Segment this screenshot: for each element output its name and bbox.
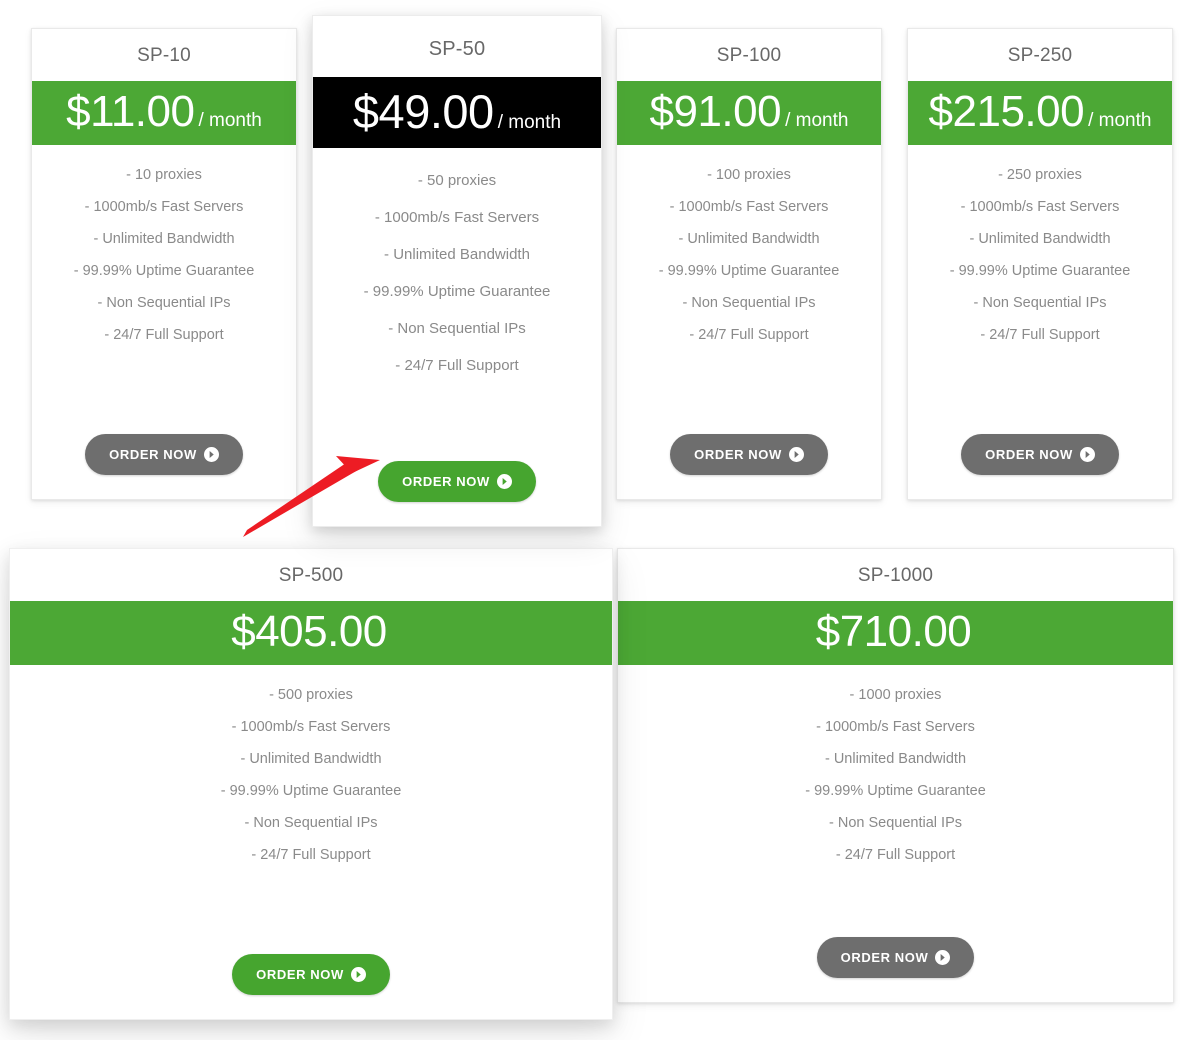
pricing-card-sp-250[interactable]: SP-250 $215.00 / month - 250 proxies - 1… xyxy=(907,28,1173,500)
list-item: - 99.99% Uptime Guarantee xyxy=(805,783,986,800)
arrow-circle-right-icon xyxy=(496,474,512,489)
list-item: - 1000mb/s Fast Servers xyxy=(231,719,391,736)
plan-title: SP-1000 xyxy=(857,565,934,586)
feature-list: - 500 proxies - 1000mb/s Fast Servers - … xyxy=(10,665,612,944)
price-banner: $215.00 / month xyxy=(908,81,1172,146)
arrow-circle-right-icon xyxy=(203,447,219,462)
arrow-circle-right-icon xyxy=(350,967,366,982)
order-now-label: ORDER NOW xyxy=(840,950,929,965)
price-period: / month xyxy=(1088,110,1152,131)
list-item: - 1000mb/s Fast Servers xyxy=(816,719,975,736)
plan-title: SP-500 xyxy=(278,565,344,586)
feature-list: - 50 proxies - 1000mb/s Fast Servers - U… xyxy=(313,148,601,451)
arrow-circle-right-icon xyxy=(935,950,951,965)
list-item: - 24/7 Full Support xyxy=(251,847,371,864)
pricing-card-sp-100[interactable]: SP-100 $91.00 / month - 100 proxies - 10… xyxy=(616,28,882,500)
cta-container: ORDER NOW xyxy=(908,424,1172,499)
list-item: - Non Sequential IPs xyxy=(388,320,526,338)
feature-list: - 250 proxies - 1000mb/s Fast Servers - … xyxy=(908,145,1172,424)
price-period: / month xyxy=(198,110,262,131)
list-item: - 1000 proxies xyxy=(849,687,942,704)
list-item: - 1000mb/s Fast Servers xyxy=(960,199,1120,216)
arrow-circle-right-icon xyxy=(1079,447,1095,462)
list-item: - 99.99% Uptime Guarantee xyxy=(658,263,840,280)
feature-list: - 10 proxies - 1000mb/s Fast Servers - U… xyxy=(32,145,296,424)
cta-container: ORDER NOW xyxy=(313,451,601,526)
list-item: - Non Sequential IPs xyxy=(682,295,816,312)
list-item: - 99.99% Uptime Guarantee xyxy=(73,263,255,280)
list-item: - 99.99% Uptime Guarantee xyxy=(949,263,1131,280)
price-period: / month xyxy=(497,112,562,133)
pricing-card-sp-50[interactable]: SP-50 $49.00 / month - 50 proxies - 1000… xyxy=(312,15,602,527)
plan-title: SP-50 xyxy=(428,38,486,60)
list-item: - 500 proxies xyxy=(269,687,353,704)
price-period: / month xyxy=(785,110,849,131)
list-item: - 24/7 Full Support xyxy=(980,327,1100,344)
list-item: - Non Sequential IPs xyxy=(244,815,378,832)
list-item: - Unlimited Bandwidth xyxy=(969,231,1111,248)
order-now-button-sp-10[interactable]: ORDER NOW xyxy=(85,434,243,475)
list-item: - 1000mb/s Fast Servers xyxy=(84,199,244,216)
list-item: - 10 proxies xyxy=(126,167,202,184)
list-item: - 100 proxies xyxy=(707,167,791,184)
list-item: - Unlimited Bandwidth xyxy=(678,231,820,248)
order-now-button-sp-100[interactable]: ORDER NOW xyxy=(670,434,828,475)
price-amount: $11.00 xyxy=(66,87,195,136)
list-item: - 24/7 Full Support xyxy=(689,327,809,344)
list-item: - Unlimited Bandwidth xyxy=(384,246,530,264)
plan-title: SP-10 xyxy=(137,45,191,66)
feature-list: - 1000 proxies - 1000mb/s Fast Servers -… xyxy=(618,665,1173,927)
list-item: - Unlimited Bandwidth xyxy=(93,231,235,248)
list-item: - Unlimited Bandwidth xyxy=(824,751,967,768)
order-now-button-sp-1000[interactable]: ORDER NOW xyxy=(816,937,975,978)
price-banner: $49.00 / month xyxy=(313,77,601,149)
arrow-circle-right-icon xyxy=(788,447,804,462)
order-now-label: ORDER NOW xyxy=(694,447,782,462)
pricing-card-sp-1000[interactable]: SP-1000 $710.00 - 1000 proxies - 1000mb/… xyxy=(617,548,1174,1003)
list-item: - 24/7 Full Support xyxy=(395,357,519,375)
list-item: - 99.99% Uptime Guarantee xyxy=(363,283,551,301)
list-item: - 1000mb/s Fast Servers xyxy=(669,199,829,216)
price-banner: $405.00 xyxy=(10,601,612,666)
list-item: - 1000mb/s Fast Servers xyxy=(374,209,540,227)
cta-container: ORDER NOW xyxy=(617,424,881,499)
price-amount: $215.00 xyxy=(928,87,1085,136)
list-item: - 50 proxies xyxy=(417,172,497,190)
list-item: - 24/7 Full Support xyxy=(104,327,224,344)
price-banner: $91.00 / month xyxy=(617,81,881,146)
plan-title: SP-250 xyxy=(1007,45,1073,66)
price-banner: $11.00 / month xyxy=(32,81,296,146)
list-item: - 24/7 Full Support xyxy=(835,847,956,864)
price-amount: $49.00 xyxy=(352,85,494,138)
order-now-label: ORDER NOW xyxy=(109,447,197,462)
order-now-button-sp-250[interactable]: ORDER NOW xyxy=(961,434,1119,475)
feature-list: - 100 proxies - 1000mb/s Fast Servers - … xyxy=(617,145,881,424)
cta-container: ORDER NOW xyxy=(618,927,1173,1002)
list-item: - 250 proxies xyxy=(998,167,1082,184)
price-amount: $710.00 xyxy=(815,607,972,656)
pricing-page: SP-10 $11.00 / month - 10 proxies - 1000… xyxy=(0,0,1200,1040)
list-item: - Non Sequential IPs xyxy=(973,295,1107,312)
list-item: - Unlimited Bandwidth xyxy=(240,751,382,768)
order-now-button-sp-50[interactable]: ORDER NOW xyxy=(378,461,536,502)
list-item: - Non Sequential IPs xyxy=(97,295,231,312)
pricing-card-sp-500[interactable]: SP-500 $405.00 - 500 proxies - 1000mb/s … xyxy=(9,548,613,1020)
plan-title: SP-100 xyxy=(716,45,782,66)
price-amount: $405.00 xyxy=(231,607,387,656)
pricing-card-sp-10[interactable]: SP-10 $11.00 / month - 10 proxies - 1000… xyxy=(31,28,297,500)
price-amount: $91.00 xyxy=(649,87,782,136)
order-now-label: ORDER NOW xyxy=(256,967,344,982)
order-now-button-sp-500[interactable]: ORDER NOW xyxy=(232,954,390,995)
order-now-label: ORDER NOW xyxy=(985,447,1073,462)
list-item: - Non Sequential IPs xyxy=(829,815,962,832)
order-now-label: ORDER NOW xyxy=(402,474,490,489)
list-item: - 99.99% Uptime Guarantee xyxy=(220,783,402,800)
cta-container: ORDER NOW xyxy=(32,424,296,499)
price-banner: $710.00 xyxy=(618,601,1173,666)
cta-container: ORDER NOW xyxy=(10,944,612,1019)
